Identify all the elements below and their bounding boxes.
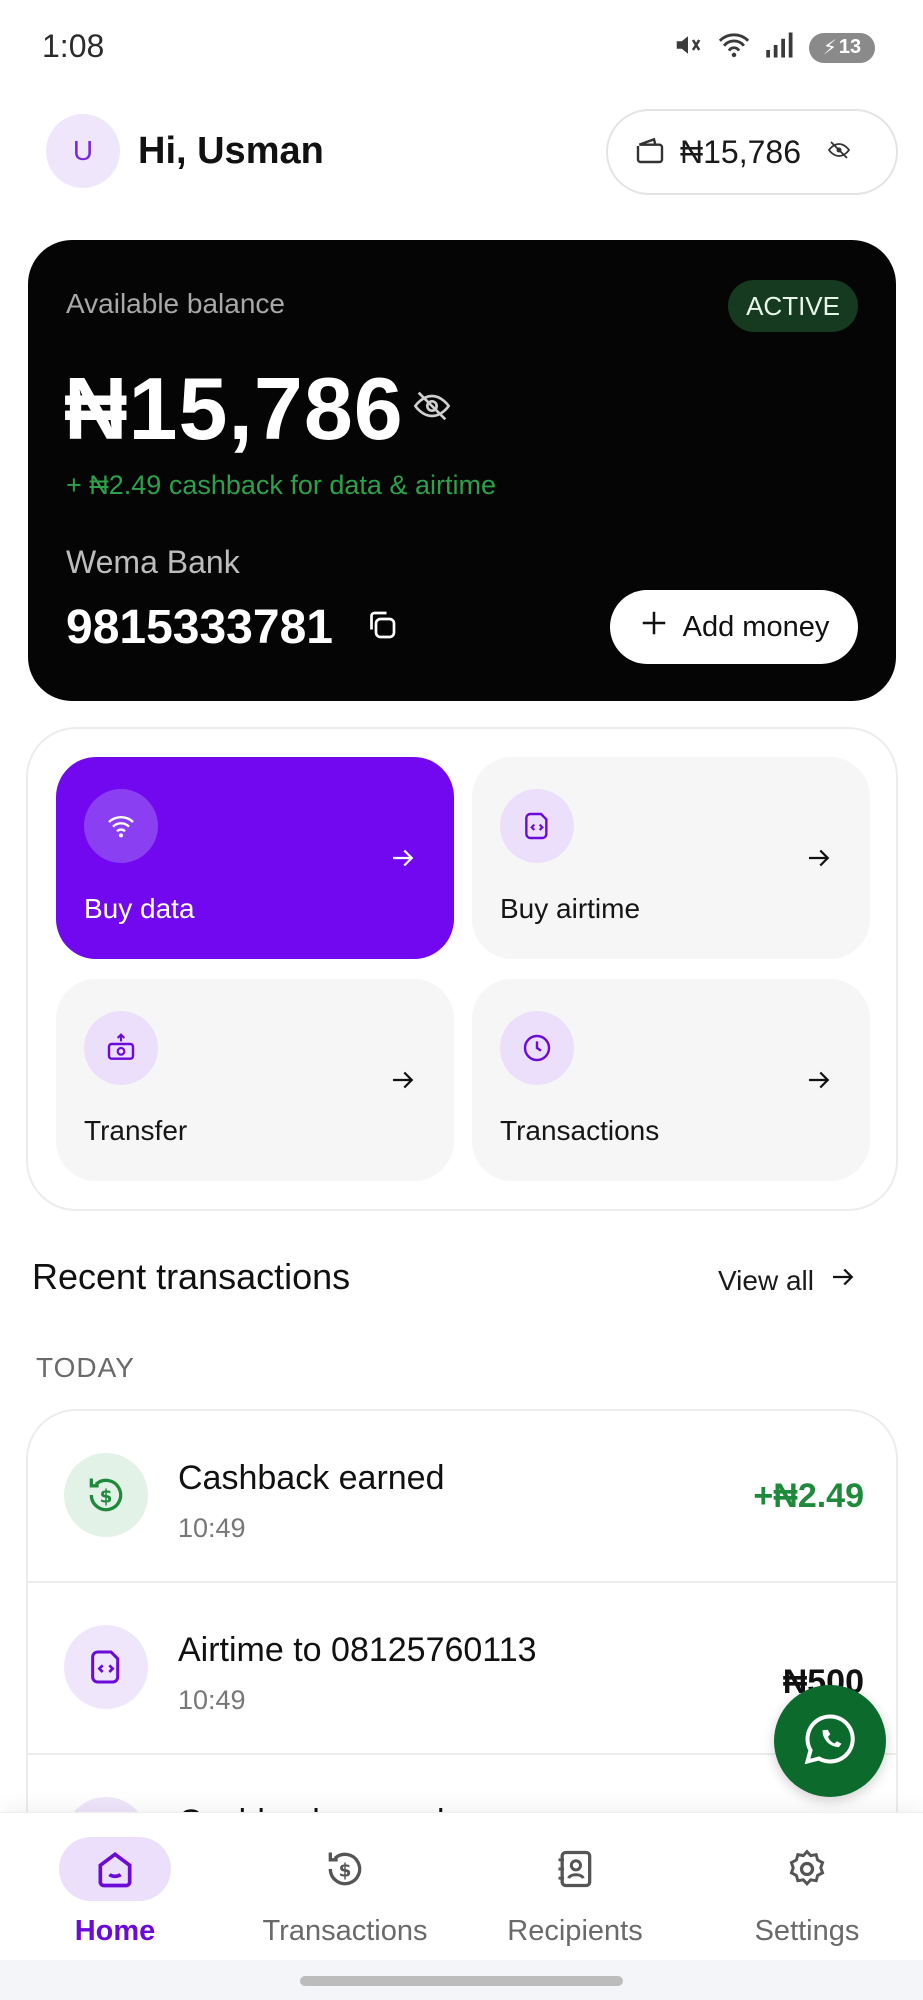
arrow-right-icon (828, 1262, 858, 1299)
cashback-icon: $ (64, 1453, 148, 1537)
clock-icon (500, 1011, 574, 1085)
add-money-button[interactable]: Add money (610, 590, 858, 664)
balance-amount: ₦15,786 (64, 359, 404, 458)
sim-card-icon (64, 1625, 148, 1709)
copy-icon[interactable] (364, 607, 400, 648)
nav-transactions-label: Transactions (262, 1915, 428, 1947)
dollar-history-icon: $ (289, 1837, 401, 1901)
recent-transactions-title: Recent transactions (32, 1256, 351, 1297)
available-balance-label: Available balance (66, 288, 285, 319)
battery-indicator: ⚡ 13 (809, 32, 875, 63)
transaction-time: 10:49 (178, 1513, 246, 1543)
money-transfer-icon (84, 1011, 158, 1085)
whatsapp-icon (800, 1709, 860, 1774)
transactions-tile[interactable]: Transactions (472, 979, 870, 1181)
avatar[interactable]: U (46, 114, 120, 188)
buy-airtime-label: Buy airtime (500, 893, 641, 924)
cashback-note: + ₦2.49 cashback for data & airtime (66, 470, 496, 500)
nav-settings[interactable]: Settings (692, 1837, 922, 1948)
buy-airtime-tile[interactable]: Buy airtime (472, 757, 870, 959)
nav-recipients-label: Recipients (507, 1915, 643, 1947)
view-all-link[interactable]: View all (718, 1262, 858, 1299)
battery-level: 13 (838, 36, 862, 58)
charging-bolt-icon: ⚡ (822, 37, 837, 59)
transfer-tile[interactable]: Transfer (56, 979, 454, 1181)
plus-icon (639, 608, 669, 646)
add-money-label: Add money (682, 610, 830, 643)
arrow-right-icon (388, 1065, 418, 1100)
arrow-right-icon (804, 1065, 834, 1100)
nav-settings-label: Settings (754, 1915, 860, 1947)
greeting: Hi, Usman (138, 130, 324, 172)
transaction-row[interactable]: Airtime to 08125760113 10:49 ₦500 (28, 1583, 896, 1755)
transaction-time: 10:49 (178, 1685, 246, 1715)
wifi-status-icon (717, 30, 751, 65)
nav-home[interactable]: Home (0, 1837, 230, 1948)
whatsapp-support-button[interactable] (774, 1685, 886, 1797)
status-icons: ⚡ 13 (673, 30, 875, 65)
arrow-right-icon (804, 843, 834, 878)
transactions-label: Transactions (500, 1115, 660, 1146)
account-number: 9815333781 (66, 601, 333, 654)
buy-data-tile[interactable]: Buy data (56, 757, 454, 959)
transaction-list: $ Cashback earned 10:49 +₦2.49 Airtime t… (26, 1409, 898, 1829)
eye-off-icon[interactable] (827, 138, 851, 167)
transfer-label: Transfer (84, 1115, 188, 1146)
header-balance-pill[interactable]: ₦15,786 (606, 109, 898, 195)
sim-card-icon (500, 789, 574, 863)
svg-text:$: $ (100, 1486, 113, 1507)
status-bar: 1:08 ⚡ 13 (0, 0, 923, 92)
nav-recipients[interactable]: Recipients (460, 1837, 690, 1948)
header-balance-amount: ₦15,786 (680, 133, 801, 170)
svg-text:$: $ (339, 1860, 352, 1881)
day-label: TODAY (36, 1352, 135, 1383)
nav-transactions[interactable]: $ Transactions (230, 1837, 460, 1948)
contacts-icon (519, 1837, 631, 1901)
transaction-title: Airtime to 08125760113 (178, 1631, 537, 1669)
nav-home-label: Home (74, 1915, 156, 1947)
wallet-icon (634, 134, 666, 171)
eye-off-icon[interactable] (412, 386, 452, 431)
bank-name: Wema Bank (66, 544, 240, 580)
transaction-amount: +₦2.49 (753, 1477, 864, 1515)
transaction-row[interactable]: $ Cashback earned 10:49 +₦2.49 (28, 1411, 896, 1583)
status-time: 1:08 (42, 28, 105, 64)
view-all-label: View all (718, 1264, 814, 1296)
home-icon (59, 1837, 171, 1901)
buy-data-label: Buy data (84, 893, 195, 924)
gear-icon (751, 1837, 863, 1901)
arrow-right-icon (388, 843, 418, 878)
wifi-icon (84, 789, 158, 863)
mute-icon (673, 30, 703, 65)
signal-icon (765, 31, 795, 64)
status-badge: ACTIVE (728, 280, 858, 332)
quick-actions-panel: Buy data Buy airtime Transfer Transactio… (26, 727, 898, 1211)
home-indicator[interactable] (300, 1976, 623, 1986)
balance-card: Available balance ACTIVE ₦15,786 + ₦2.49… (28, 240, 896, 701)
transaction-title: Cashback earned (178, 1459, 445, 1497)
